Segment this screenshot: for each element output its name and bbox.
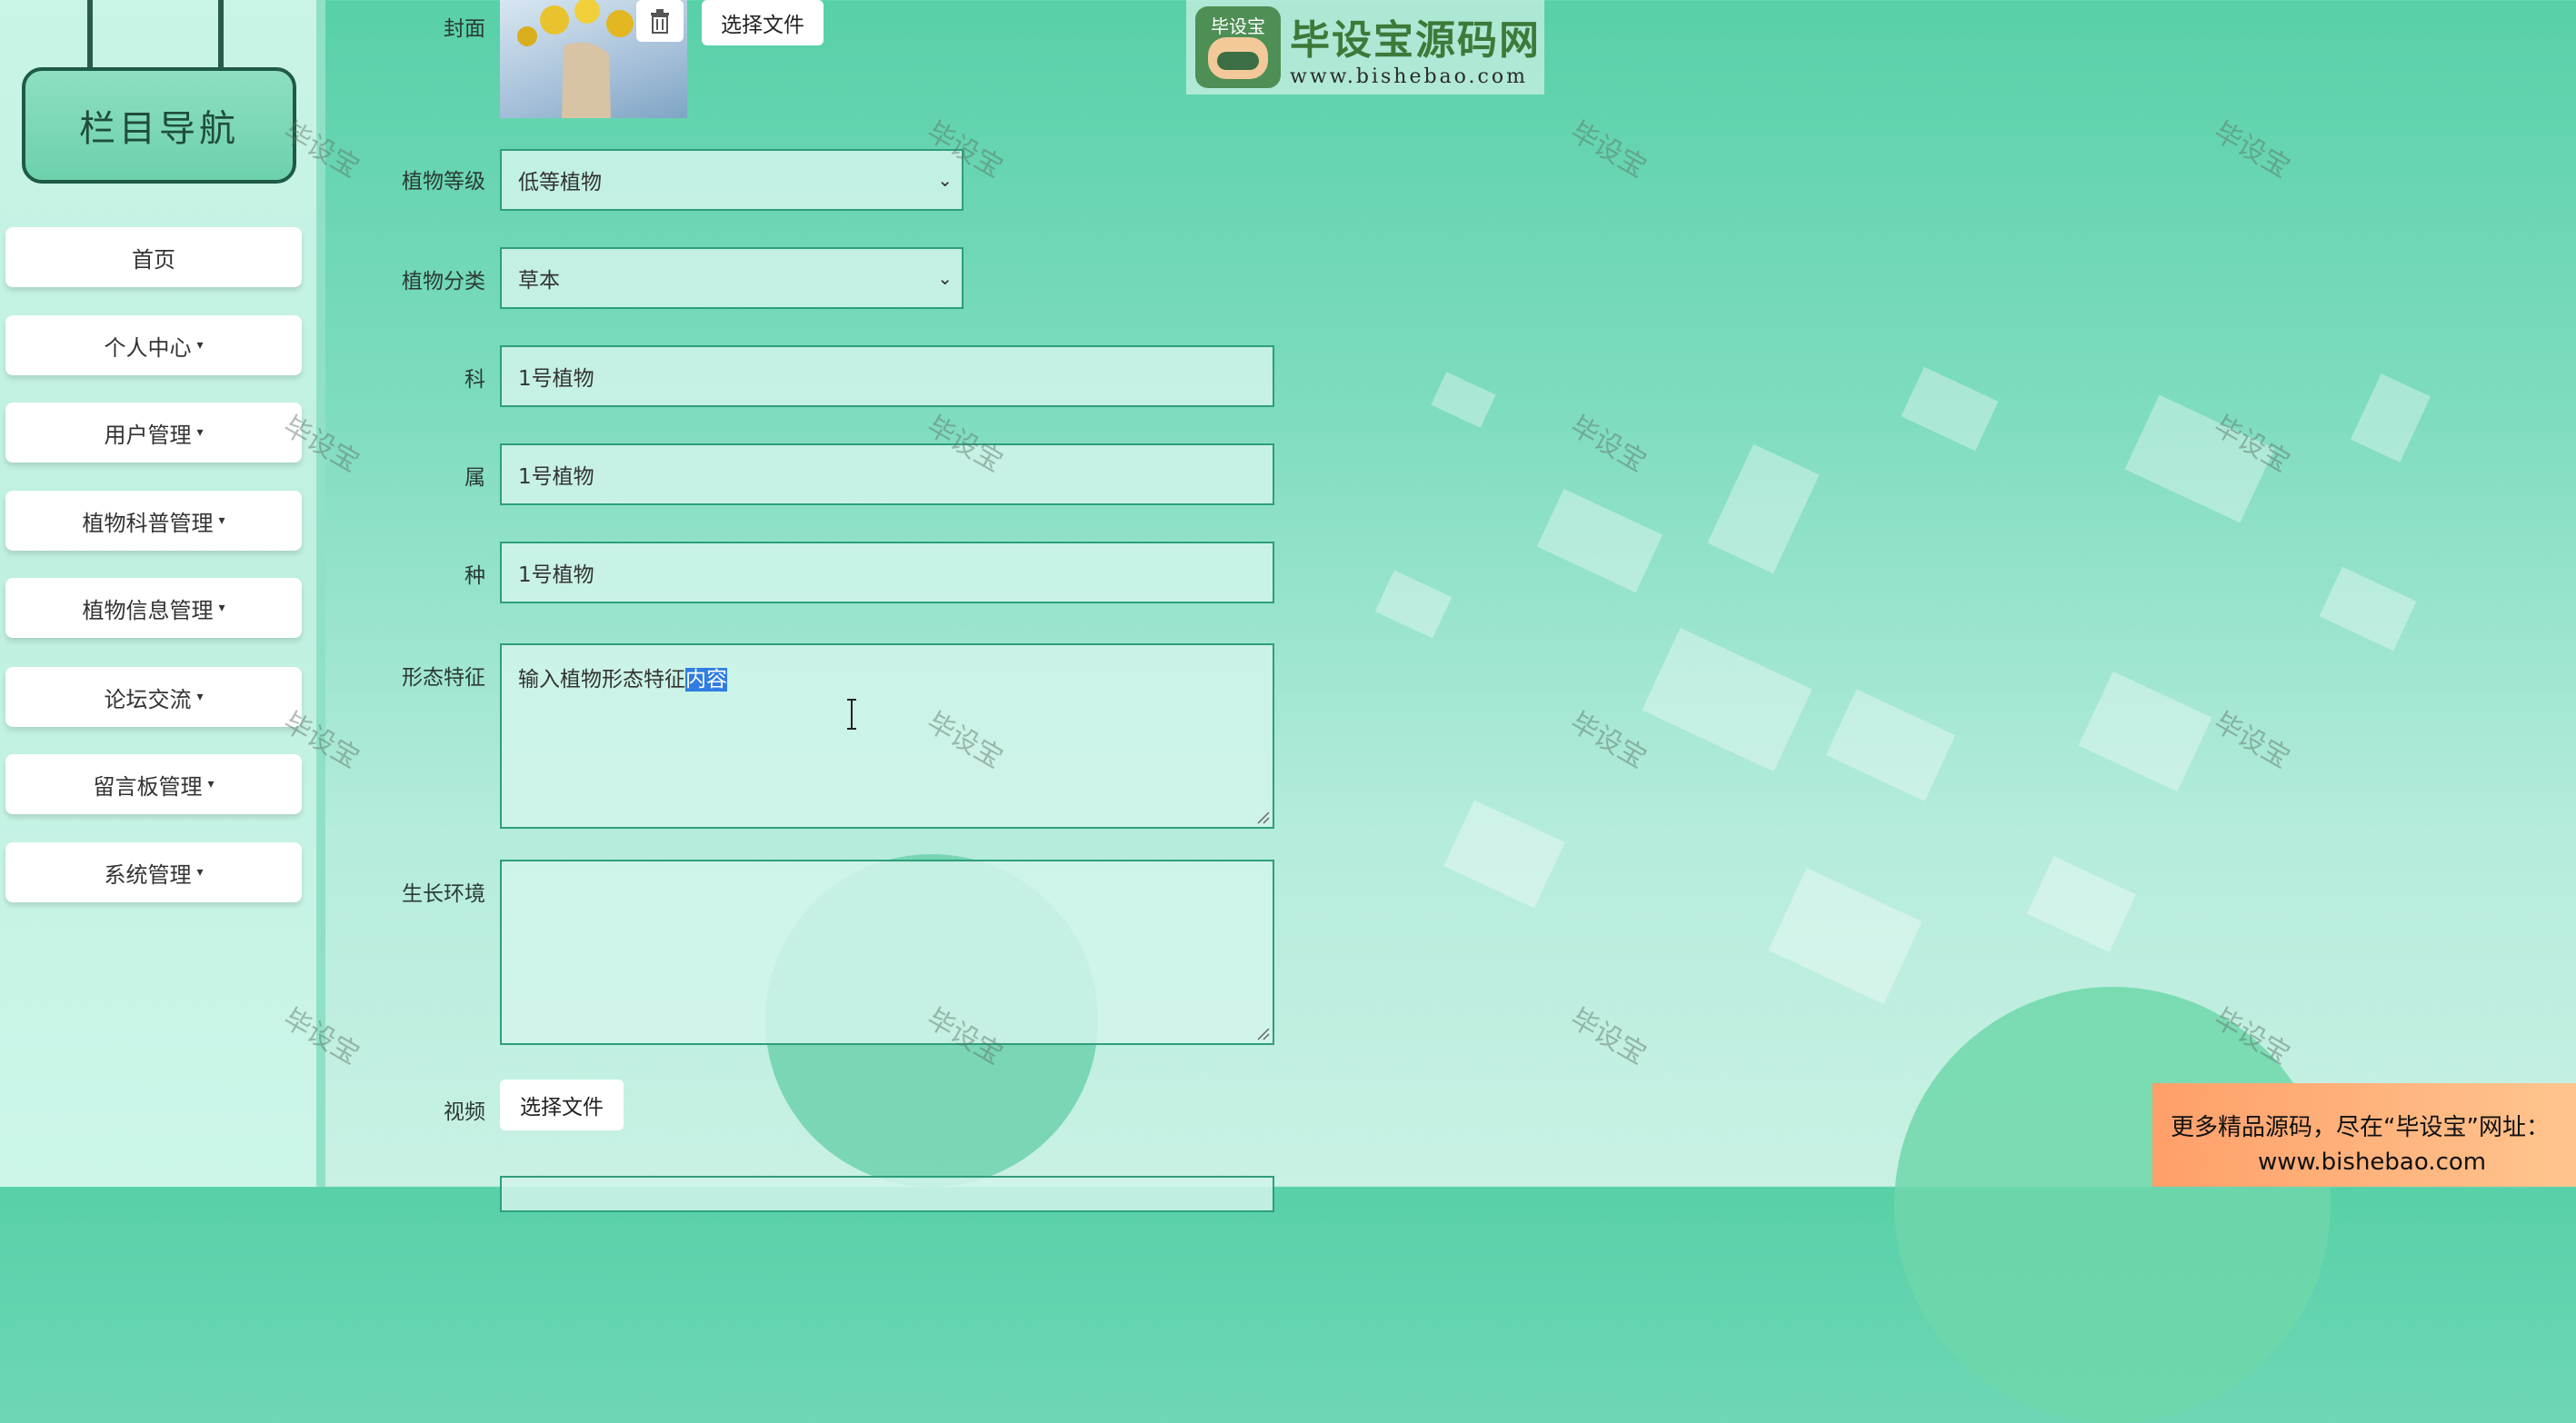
sidebar-item-label: 植物科普管理	[82, 510, 214, 536]
chevron-down-icon: ▾	[196, 425, 204, 440]
sidebar-item-label: 用户管理	[104, 422, 192, 448]
trash-icon	[651, 9, 669, 34]
category-select[interactable]: 草本 ⌄	[500, 247, 964, 309]
level-label: 植物等级	[402, 170, 485, 194]
morphology-text-plain: 输入植物形态特征	[518, 668, 685, 692]
level-select-value: 低等植物	[518, 171, 602, 194]
watermark: 毕设宝	[1564, 410, 1652, 479]
decor-circle	[1894, 987, 2331, 1423]
sidebar-item-plant-info[interactable]: 植物信息管理 ▾	[5, 578, 302, 638]
sidebar-item-label: 植物信息管理	[82, 597, 214, 623]
bg-shard	[1825, 689, 1956, 801]
chevron-down-icon: ▾	[196, 690, 204, 704]
logo-title: 毕设宝源码网	[1290, 16, 1541, 64]
species-input[interactable]: 1号植物	[500, 542, 1274, 603]
watermark: 毕设宝	[1564, 1002, 1652, 1071]
family-input-value: 1号植物	[518, 367, 594, 391]
species-label: 种	[464, 564, 485, 588]
bg-shard	[1443, 800, 1565, 909]
environment-label: 生长环境	[402, 882, 485, 906]
bg-shard	[1768, 868, 1922, 1004]
sidebar-item-system[interactable]: 系统管理 ▾	[5, 842, 302, 902]
genus-label: 属	[464, 466, 485, 490]
sidebar-item-forum[interactable]: 论坛交流 ▾	[5, 667, 302, 727]
genus-input[interactable]: 1号植物	[500, 443, 1274, 505]
sign-rope	[87, 0, 93, 73]
chevron-down-icon: ▾	[218, 513, 225, 528]
chevron-down-icon: ⌄	[937, 169, 953, 191]
bg-shard	[1901, 366, 1999, 452]
sidebar-item-label: 系统管理	[104, 861, 192, 888]
family-label: 科	[464, 368, 485, 392]
bg-shard	[2078, 671, 2212, 792]
bg-shard	[1642, 627, 1812, 772]
chevron-down-icon: ▾	[218, 601, 225, 615]
text-cursor-icon	[847, 699, 856, 730]
chevron-down-icon: ▾	[196, 865, 204, 880]
delete-cover-button[interactable]	[636, 0, 684, 42]
sidebar-item-message-board[interactable]: 留言板管理 ▾	[5, 754, 302, 814]
sidebar-item-label: 留言板管理	[93, 773, 203, 800]
bg-shard	[1431, 372, 1496, 428]
logo-url: www.bishebao.com	[1290, 65, 1528, 88]
promo-line1: 更多精品源码，尽在“毕设宝”网址：	[2171, 1114, 2550, 1141]
species-input-value: 1号植物	[518, 563, 594, 587]
genus-input-value: 1号植物	[518, 465, 594, 489]
resize-handle-icon[interactable]	[1256, 811, 1271, 825]
family-input[interactable]: 1号植物	[500, 345, 1274, 407]
video-label: 视频	[444, 1100, 485, 1124]
logo-badge: 毕设宝	[1195, 6, 1281, 88]
morphology-label: 形态特征	[402, 666, 485, 690]
bg-shard	[2124, 394, 2275, 523]
promo-line2: www.bishebao.com	[2258, 1149, 2487, 1176]
bg-shard	[1707, 443, 1820, 574]
sidebar-item-label: 首页	[132, 246, 175, 273]
logo-face-icon	[1208, 37, 1268, 79]
bg-shard	[2026, 856, 2137, 952]
bg-shard	[2350, 373, 2431, 463]
video-choose-file-button[interactable]: 选择文件	[500, 1080, 624, 1130]
level-select[interactable]: 低等植物 ⌄	[500, 149, 964, 211]
bg-shard	[1536, 488, 1663, 593]
watermark: 毕设宝	[2208, 706, 2295, 775]
category-select-value: 草本	[518, 269, 560, 293]
site-logo: 毕设宝 毕设宝源码网 www.bishebao.com	[1186, 0, 1544, 95]
bg-shard	[1374, 570, 1453, 639]
watermark: 毕设宝	[1564, 706, 1652, 775]
morphology-text: 输入植物形态特征内容	[518, 662, 727, 692]
environment-textarea[interactable]	[500, 860, 1274, 1045]
cover-choose-file-button[interactable]: 选择文件	[702, 0, 824, 45]
watermark: 毕设宝	[1564, 115, 1652, 184]
category-label: 植物分类	[402, 270, 485, 294]
sidebar: 栏目导航 首页 个人中心 ▾ 用户管理 ▾ 植物科普管理 ▾ 植物信息管理 ▾ …	[0, 0, 325, 1187]
sidebar-item-label: 个人中心	[104, 334, 192, 361]
promo-banner: 更多精品源码，尽在“毕设宝”网址： www.bishebao.com	[2152, 1083, 2576, 1187]
sidebar-title: 栏目导航	[22, 67, 296, 184]
sidebar-item-home[interactable]: 首页	[5, 227, 302, 287]
sidebar-item-personal-center[interactable]: 个人中心 ▾	[5, 315, 302, 375]
morphology-textarea[interactable]: 输入植物形态特征内容	[500, 643, 1274, 829]
watermark: 毕设宝	[2208, 115, 2295, 184]
next-field-input[interactable]	[500, 1176, 1274, 1212]
morphology-text-selected: 内容	[685, 668, 727, 692]
sidebar-item-plant-science[interactable]: 植物科普管理 ▾	[5, 491, 302, 551]
resize-handle-icon[interactable]	[1256, 1027, 1271, 1041]
chevron-down-icon: ⌄	[937, 267, 953, 289]
chevron-down-icon: ▾	[207, 777, 215, 791]
sidebar-item-user-management[interactable]: 用户管理 ▾	[5, 403, 302, 463]
chevron-down-icon: ▾	[196, 338, 204, 353]
bg-shard	[2319, 566, 2417, 652]
sidebar-item-label: 论坛交流	[104, 686, 192, 712]
cover-label: 封面	[444, 17, 485, 41]
sign-rope	[218, 0, 224, 73]
